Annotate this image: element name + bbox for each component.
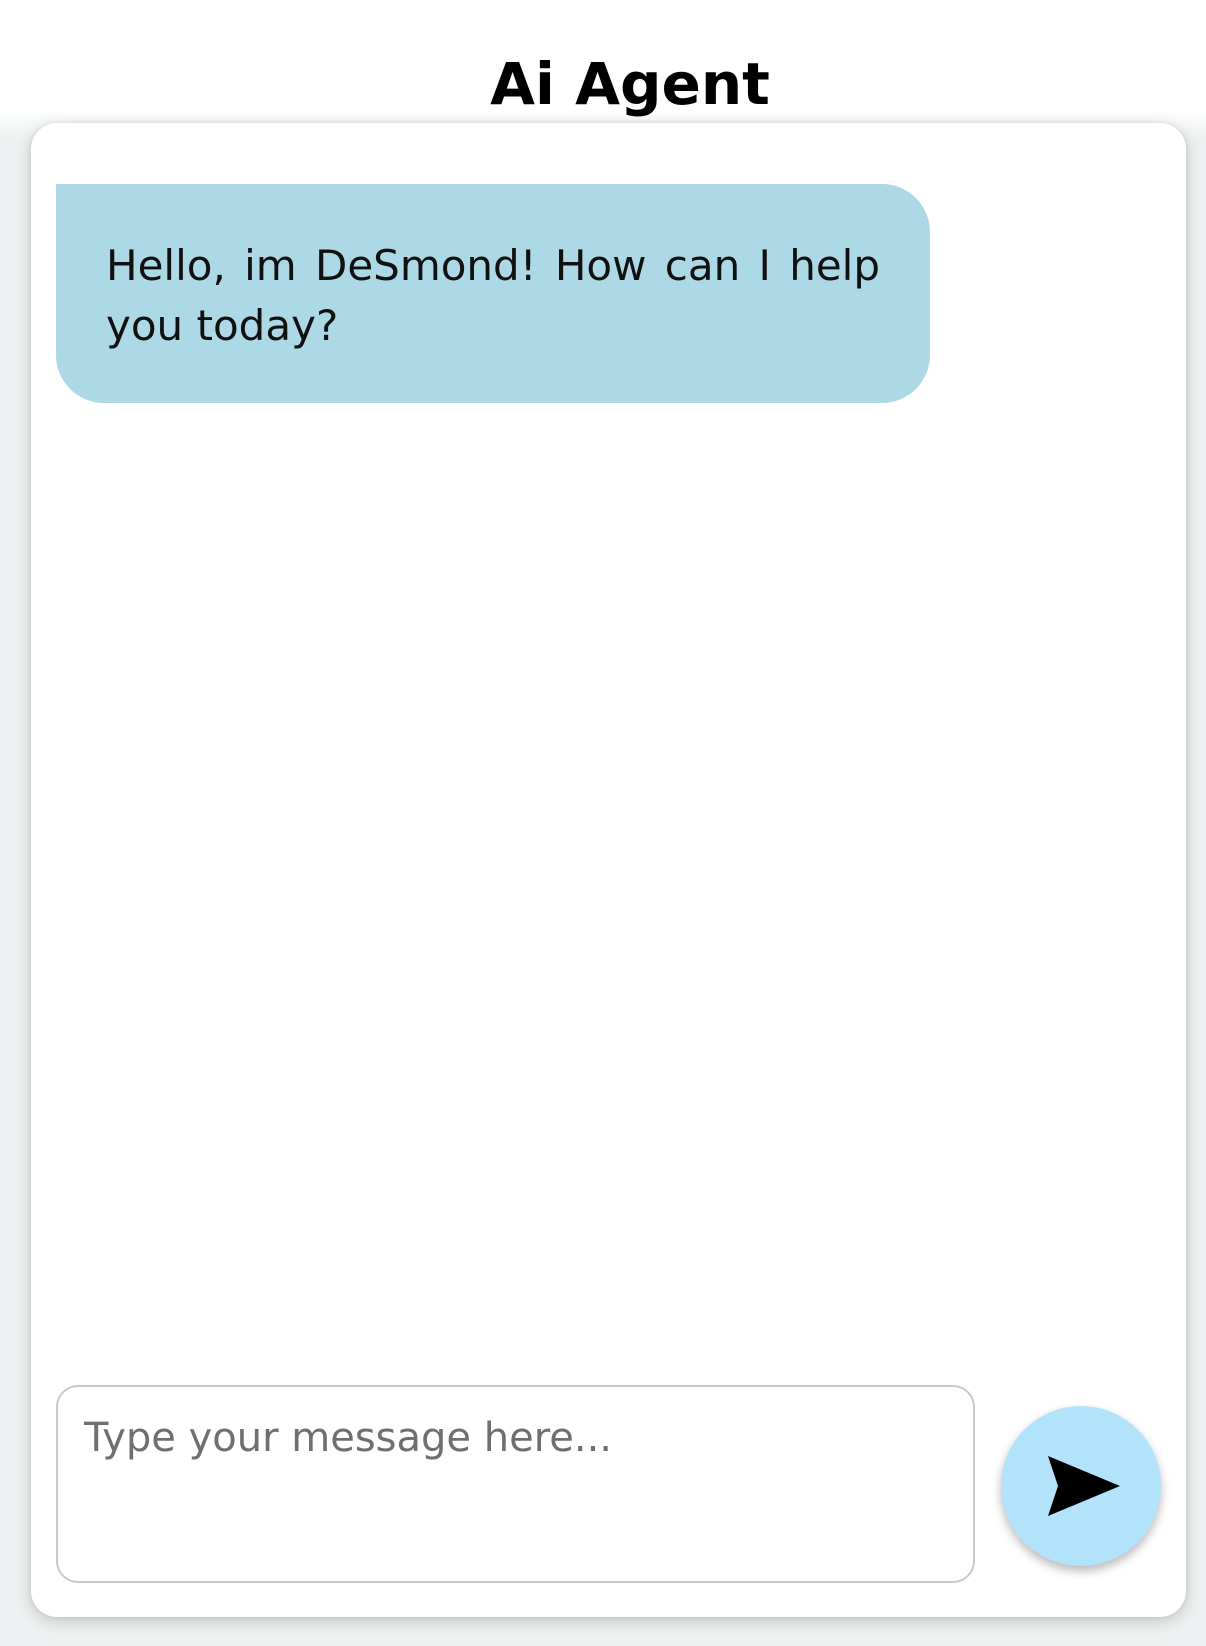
bot-message-bubble: Hello, im DeSmond! How can I help you to… — [56, 184, 930, 403]
send-icon — [1048, 1456, 1120, 1516]
message-list: Hello, im DeSmond! How can I help you to… — [56, 184, 1161, 1397]
page: Ai Agent Hello, im DeSmond! How can I he… — [0, 0, 1206, 1646]
chat-window: Hello, im DeSmond! How can I help you to… — [31, 123, 1186, 1617]
message-input[interactable] — [56, 1385, 975, 1583]
send-button[interactable] — [1001, 1406, 1161, 1566]
page-title: Ai Agent — [490, 50, 770, 118]
bot-message-text: Hello, im DeSmond! How can I help you to… — [106, 241, 880, 350]
